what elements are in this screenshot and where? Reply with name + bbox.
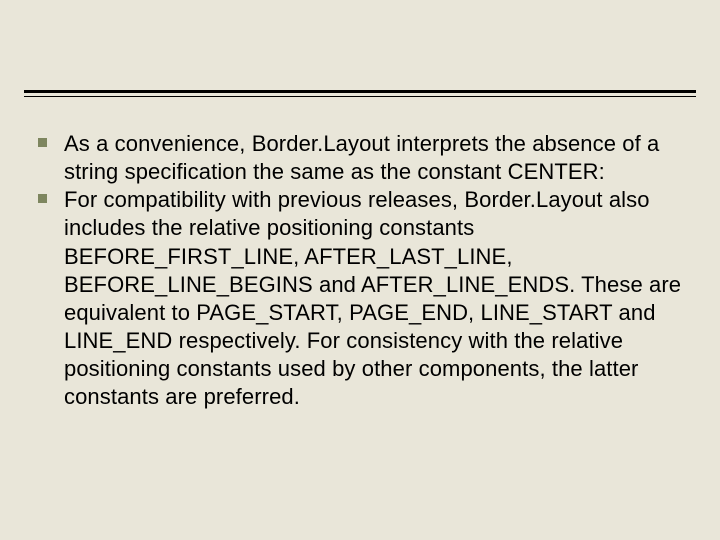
bullet-list: As a convenience, Border.Layout interpre… (24, 130, 696, 412)
square-bullet-icon (24, 186, 64, 203)
list-item-text: As a convenience, Border.Layout interpre… (64, 130, 696, 186)
square-bullet-icon (24, 130, 64, 147)
divider-thick (24, 90, 696, 93)
list-item-text: For compatibility with previous releases… (64, 186, 696, 411)
list-item: As a convenience, Border.Layout interpre… (24, 130, 696, 186)
divider-thin (24, 96, 696, 97)
list-item: For compatibility with previous releases… (24, 186, 696, 411)
